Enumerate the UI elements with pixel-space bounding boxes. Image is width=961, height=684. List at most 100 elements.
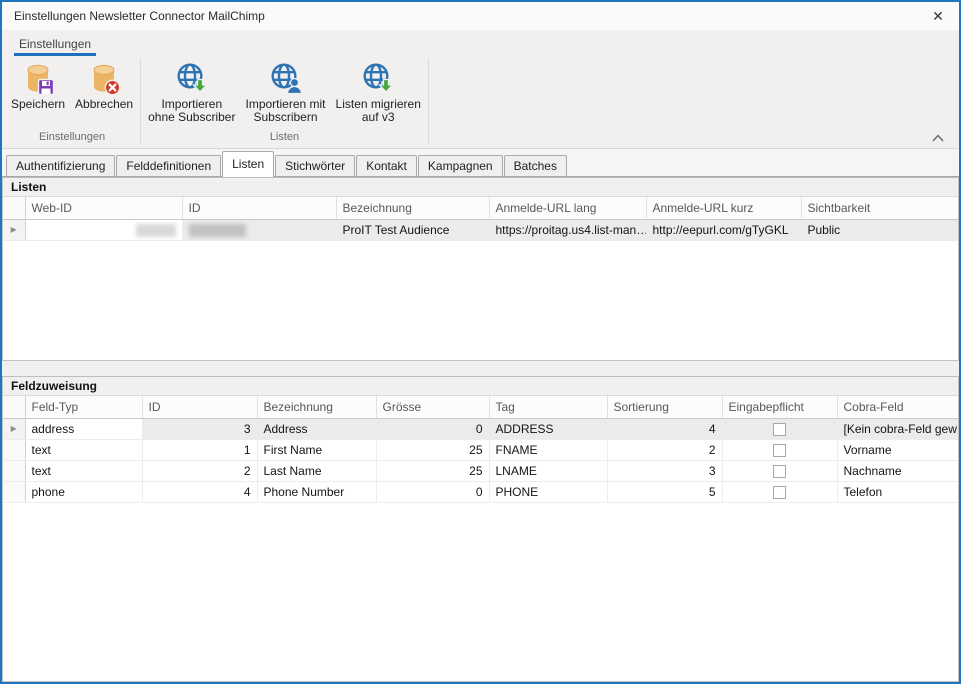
row-selector[interactable]: ▶ <box>3 418 25 439</box>
tab-felddefinitionen[interactable]: Felddefinitionen <box>116 155 221 176</box>
database-save-icon <box>21 62 55 96</box>
column-header-bezeichnung[interactable]: Bezeichnung <box>257 396 376 418</box>
cell-groesse[interactable]: 25 <box>376 439 489 460</box>
column-header-cobra_feld[interactable]: Cobra-Feld <box>837 396 958 418</box>
globe-import-icon <box>175 62 209 96</box>
row-selector[interactable]: ▶ <box>3 219 25 240</box>
cell-id[interactable]: 2 <box>142 460 257 481</box>
eingabepflicht-checkbox[interactable] <box>773 486 786 499</box>
column-header-tag[interactable]: Tag <box>489 396 607 418</box>
listen-section-title: Listen <box>3 178 958 197</box>
table-row[interactable]: text1First Name25FNAME2 Vorname <box>3 439 958 460</box>
cell-bezeichnung[interactable]: ProIT Test Audience <box>336 219 489 240</box>
cell-feld_typ[interactable]: phone <box>25 481 142 502</box>
cell-id[interactable]: 3 <box>142 418 257 439</box>
redacted-value <box>189 224 246 237</box>
chevron-up-icon[interactable] <box>931 133 945 143</box>
tab-kontakt[interactable]: Kontakt <box>356 155 417 176</box>
importieren-ohne-subscriber-button[interactable]: Importieren ohne Subscriber <box>143 61 240 125</box>
cell-id[interactable]: 1 <box>142 439 257 460</box>
cell-sortierung[interactable]: 4 <box>607 418 722 439</box>
tab-listen[interactable]: Listen <box>222 151 274 177</box>
eingabepflicht-checkbox[interactable] <box>773 444 786 457</box>
cell-feld_typ[interactable]: text <box>25 460 142 481</box>
column-header-id[interactable]: ID <box>182 197 336 219</box>
cell-tag[interactable]: FNAME <box>489 439 607 460</box>
page-tab-strip: AuthentifizierungFelddefinitionenListenS… <box>2 149 959 177</box>
column-header-url_lang[interactable]: Anmelde-URL lang <box>489 197 646 219</box>
cell-sichtbarkeit[interactable]: Public <box>801 219 958 240</box>
row-selector[interactable] <box>3 439 25 460</box>
table-row[interactable]: ▶address3Address0ADDRESS4 [Kein cobra-Fel… <box>3 418 958 439</box>
section-gap <box>2 361 959 376</box>
globe-import-subscribers-icon <box>269 62 303 96</box>
cell-cobra_feld[interactable]: [Kein cobra-Feld gew… <box>837 418 958 439</box>
cell-id[interactable]: 4 <box>142 481 257 502</box>
cell-web_id[interactable] <box>25 219 182 240</box>
table-row[interactable]: ▶ ProIT Test Audiencehttps://proitag.us4.… <box>3 219 958 240</box>
cell-groesse[interactable]: 0 <box>376 418 489 439</box>
tab-stichwörter[interactable]: Stichwörter <box>275 155 355 176</box>
cell-groesse[interactable]: 25 <box>376 460 489 481</box>
column-header-groesse[interactable]: Grösse <box>376 396 489 418</box>
column-header-feld_typ[interactable]: Feld-Typ <box>25 396 142 418</box>
cell-groesse[interactable]: 0 <box>376 481 489 502</box>
eingabepflicht-checkbox[interactable] <box>773 465 786 478</box>
cell-bezeichnung[interactable]: Address <box>257 418 376 439</box>
ribbon-button-label: Importieren mit Subscribern <box>245 98 325 124</box>
feldzuweisung-section-title: Feldzuweisung <box>3 377 958 396</box>
cell-cobra_feld[interactable]: Nachname <box>837 460 958 481</box>
selector-column-header[interactable] <box>3 396 25 418</box>
cell-tag[interactable]: ADDRESS <box>489 418 607 439</box>
ribbon-button-label: Speichern <box>11 98 65 111</box>
importieren-mit-subscribern-button[interactable]: Importieren mit Subscribern <box>240 61 330 125</box>
ribbon-separator <box>428 59 429 145</box>
cell-feld_typ[interactable]: text <box>25 439 142 460</box>
cell-sortierung[interactable]: 3 <box>607 460 722 481</box>
cell-bezeichnung[interactable]: Last Name <box>257 460 376 481</box>
ribbon-button-label: Abbrechen <box>75 98 133 111</box>
table-row[interactable]: text2Last Name25LNAME3 Nachname <box>3 460 958 481</box>
eingabepflicht-checkbox[interactable] <box>773 423 786 436</box>
cell-feld_typ[interactable]: address <box>25 418 142 439</box>
cell-sortierung[interactable]: 2 <box>607 439 722 460</box>
cell-bezeichnung[interactable]: First Name <box>257 439 376 460</box>
cell-eingabepflicht[interactable] <box>722 481 837 502</box>
ribbon: Einstellungen <box>2 30 959 149</box>
ribbon-separator <box>140 59 141 145</box>
cell-bezeichnung[interactable]: Phone Number <box>257 481 376 502</box>
tab-authentifizierung[interactable]: Authentifizierung <box>6 155 115 176</box>
row-selector[interactable] <box>3 481 25 502</box>
speichern-button[interactable]: Speichern <box>6 61 70 112</box>
cell-id[interactable] <box>182 219 336 240</box>
cell-url_kurz[interactable]: http://eepurl.com/gTyGKL <box>646 219 801 240</box>
tab-kampagnen[interactable]: Kampagnen <box>418 155 503 176</box>
ribbon-group-label: Listen <box>143 131 426 148</box>
abbrechen-button[interactable]: Abbrechen <box>70 61 138 112</box>
cell-tag[interactable]: LNAME <box>489 460 607 481</box>
tab-batches[interactable]: Batches <box>504 155 567 176</box>
column-header-eingabepflicht[interactable]: Eingabepflicht <box>722 396 837 418</box>
cell-eingabepflicht[interactable] <box>722 460 837 481</box>
database-cancel-icon <box>87 62 121 96</box>
cell-sortierung[interactable]: 5 <box>607 481 722 502</box>
listen-migrieren-button[interactable]: Listen migrieren auf v3 <box>331 61 426 125</box>
close-icon[interactable]: ✕ <box>927 6 949 26</box>
column-header-web_id[interactable]: Web-ID <box>25 197 182 219</box>
ribbon-tab-einstellungen[interactable]: Einstellungen <box>14 33 96 56</box>
column-header-id[interactable]: ID <box>142 396 257 418</box>
cell-url_lang[interactable]: https://proitag.us4.list-man… <box>489 219 646 240</box>
table-row[interactable]: phone4Phone Number0PHONE5 Telefon <box>3 481 958 502</box>
cell-cobra_feld[interactable]: Vorname <box>837 439 958 460</box>
selector-column-header[interactable] <box>3 197 25 219</box>
cell-eingabepflicht[interactable] <box>722 418 837 439</box>
column-header-bezeichnung[interactable]: Bezeichnung <box>336 197 489 219</box>
column-header-sichtbarkeit[interactable]: Sichtbarkeit <box>801 197 958 219</box>
cell-tag[interactable]: PHONE <box>489 481 607 502</box>
row-selector[interactable] <box>3 460 25 481</box>
title-bar: Einstellungen Newsletter Connector MailC… <box>2 2 959 30</box>
cell-eingabepflicht[interactable] <box>722 439 837 460</box>
cell-cobra_feld[interactable]: Telefon <box>837 481 958 502</box>
column-header-sortierung[interactable]: Sortierung <box>607 396 722 418</box>
column-header-url_kurz[interactable]: Anmelde-URL kurz <box>646 197 801 219</box>
